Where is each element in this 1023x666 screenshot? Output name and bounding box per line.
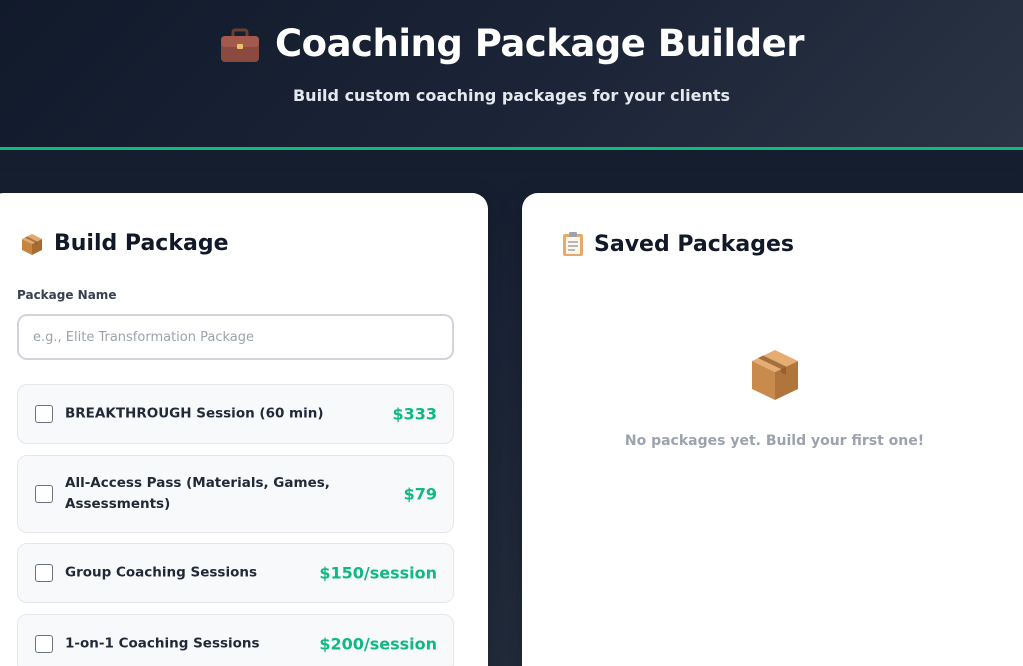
build-package-heading: Build Package [20, 231, 229, 256]
briefcase-icon [221, 28, 259, 62]
option-label: 1-on-1 Coaching Sessions [65, 635, 260, 652]
package-name-label: Package Name [17, 288, 117, 302]
app-subtitle: Build custom coaching packages for your … [292, 86, 731, 105]
option-price: $150/session [319, 563, 437, 583]
option-group-coaching[interactable]: Group Coaching Sessions $150/session [17, 543, 454, 603]
app-header: Coaching Package Builder Build custom co… [0, 0, 1023, 150]
option-checkbox[interactable] [35, 485, 53, 503]
package-name-input[interactable] [17, 314, 454, 360]
title-row: Coaching Package Builder [0, 22, 1023, 65]
empty-package-icon [752, 350, 798, 400]
clipboard-icon [563, 232, 583, 256]
build-package-panel: Build Package Package Name BREAKTHROUGH … [0, 193, 488, 666]
option-label: BREAKTHROUGH Session (60 min) [65, 405, 324, 422]
option-label: Group Coaching Sessions [65, 564, 257, 581]
app-title: Coaching Package Builder [275, 22, 805, 65]
option-breakthrough-session[interactable]: BREAKTHROUGH Session (60 min) $333 [17, 384, 454, 444]
build-package-title: Build Package [54, 231, 229, 256]
option-checkbox[interactable] [35, 564, 53, 582]
option-price: $333 [392, 404, 437, 424]
empty-state-message: No packages yet. Build your first one! [624, 433, 925, 449]
option-all-access-pass[interactable]: All-Access Pass (Materials, Games, Asses… [17, 455, 454, 533]
saved-packages-panel: Saved Packages No packages yet. Build yo… [522, 193, 1023, 666]
saved-packages-heading: Saved Packages [562, 231, 794, 257]
option-checkbox[interactable] [35, 635, 53, 653]
option-price: $200/session [319, 634, 437, 654]
option-label: All-Access Pass (Materials, Games, Asses… [65, 475, 330, 512]
option-one-on-one-coaching[interactable]: 1-on-1 Coaching Sessions $200/session [17, 614, 454, 666]
package-icon [22, 233, 42, 255]
saved-packages-title: Saved Packages [594, 231, 795, 257]
option-price: $79 [403, 484, 437, 504]
option-checkbox[interactable] [35, 405, 53, 423]
